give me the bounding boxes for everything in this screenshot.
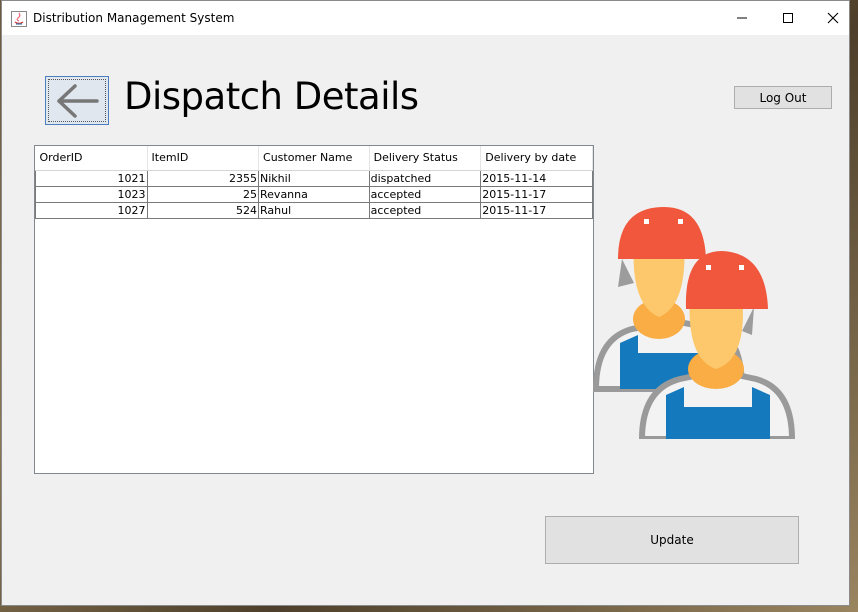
cell-orderid[interactable]: 1027 bbox=[35, 201, 148, 219]
close-button[interactable] bbox=[810, 1, 856, 35]
column-header-customer-name[interactable]: Customer Name bbox=[258, 146, 370, 171]
java-app-icon bbox=[11, 11, 27, 27]
maximize-icon bbox=[783, 13, 793, 23]
column-header-delivery-by-date[interactable]: Delivery by date bbox=[480, 146, 593, 171]
minimize-button[interactable] bbox=[719, 1, 765, 35]
table-header-row: OrderID ItemID Customer Name Delivery St… bbox=[35, 146, 593, 171]
cell-itemid[interactable]: 524 bbox=[146, 201, 260, 219]
arrow-left-icon bbox=[57, 83, 99, 118]
cell-delivery-date[interactable]: 2015-11-17 bbox=[480, 201, 593, 219]
title-bar[interactable]: Distribution Management System bbox=[2, 1, 849, 35]
dispatch-table[interactable]: OrderID ItemID Customer Name Delivery St… bbox=[34, 145, 594, 474]
cell-orderid[interactable]: 1021 bbox=[35, 169, 148, 187]
cell-orderid[interactable]: 1023 bbox=[35, 185, 148, 203]
column-header-delivery-status[interactable]: Delivery Status bbox=[369, 146, 482, 171]
table-row[interactable]: 1027 524 Rahul accepted 2015-11-17 bbox=[35, 201, 593, 219]
page-title: Dispatch Details bbox=[124, 75, 419, 118]
column-header-orderid[interactable]: OrderID bbox=[35, 146, 148, 171]
cell-itemid[interactable]: 2355 bbox=[146, 169, 260, 187]
cell-delivery-date[interactable]: 2015-11-14 bbox=[480, 169, 593, 187]
cell-customer-name[interactable]: Revanna bbox=[258, 185, 370, 203]
table-row[interactable]: 1021 2355 Nikhil dispatched 2015-11-14 bbox=[35, 169, 593, 187]
app-window: Distribution Management System Dispatch … bbox=[1, 0, 850, 606]
cell-customer-name[interactable]: Rahul bbox=[258, 201, 370, 219]
cell-delivery-status[interactable]: accepted bbox=[368, 201, 482, 219]
column-header-itemid[interactable]: ItemID bbox=[147, 146, 260, 171]
table-row[interactable]: 1023 25 Revanna accepted 2015-11-17 bbox=[35, 185, 593, 203]
back-button[interactable] bbox=[45, 76, 109, 125]
cell-itemid[interactable]: 25 bbox=[146, 185, 260, 203]
window-title: Distribution Management System bbox=[33, 11, 235, 25]
logout-button[interactable]: Log Out bbox=[734, 86, 832, 109]
cell-customer-name[interactable]: Nikhil bbox=[258, 169, 370, 187]
cell-delivery-status[interactable]: dispatched bbox=[368, 169, 482, 187]
close-icon bbox=[827, 12, 839, 24]
cell-delivery-date[interactable]: 2015-11-17 bbox=[480, 185, 593, 203]
main-content: Dispatch Details Log Out OrderID ItemID … bbox=[2, 35, 849, 607]
update-button[interactable]: Update bbox=[545, 516, 799, 564]
minimize-icon bbox=[737, 17, 747, 19]
maximize-button[interactable] bbox=[765, 1, 811, 35]
delivery-workers-icon bbox=[592, 207, 796, 439]
cell-delivery-status[interactable]: accepted bbox=[368, 185, 482, 203]
